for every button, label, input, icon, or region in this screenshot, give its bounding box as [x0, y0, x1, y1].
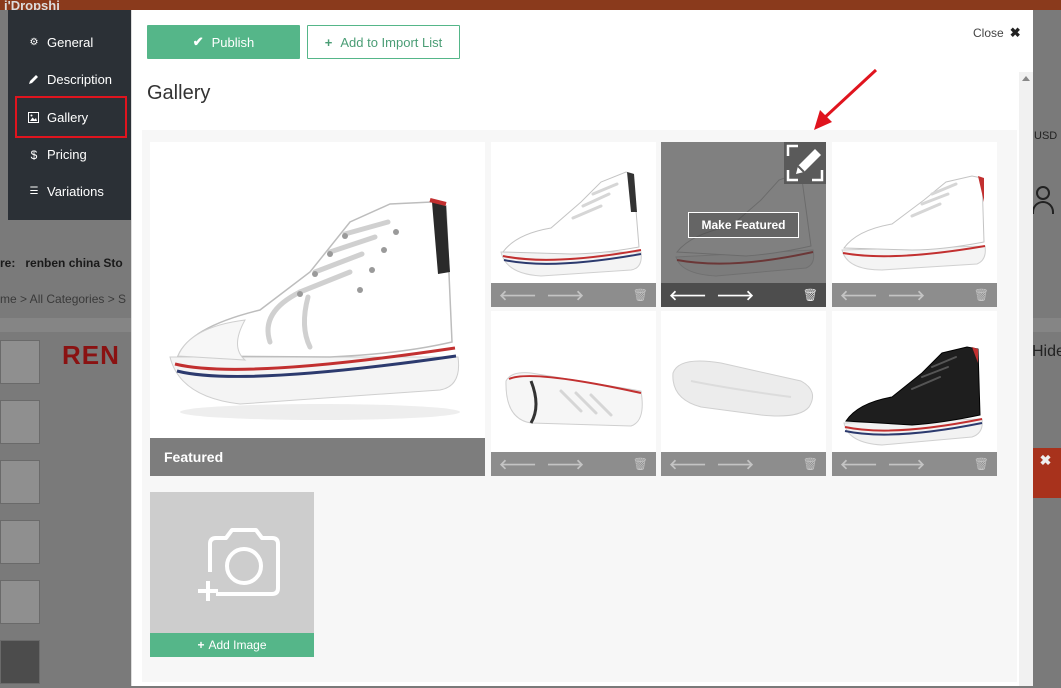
image-toolbar: 🡐 🡒 🗑: [491, 283, 656, 307]
gallery-image-tile[interactable]: 🡐 🡒 🗑: [832, 311, 997, 476]
background-thumbnail: [0, 580, 40, 624]
gallery-image-tile[interactable]: 🡐 🡒 🗑: [491, 311, 656, 476]
nav-item-label: General: [47, 35, 94, 50]
nav-item-general[interactable]: ⚙ General: [8, 24, 131, 61]
nav-item-label: Variations: [47, 184, 104, 199]
nav-item-gallery[interactable]: Gallery: [15, 96, 127, 138]
edit-pencil-icon: [786, 144, 824, 182]
background-thumbnail: [0, 640, 40, 684]
add-photo-camera-icon: [198, 528, 280, 601]
arrow-left-icon[interactable]: 🡐: [499, 456, 537, 473]
trash-icon[interactable]: 🗑: [633, 457, 648, 471]
image-toolbar: 🡐 🡒 🗑: [832, 283, 997, 307]
background-thumbnail: [0, 520, 40, 564]
add-image-label: Add Image: [208, 638, 267, 652]
background-store-line: re: renben china Sto: [0, 256, 123, 270]
shoe-image: [832, 142, 997, 283]
nav-item-description[interactable]: Description: [8, 61, 131, 98]
featured-caption: Featured: [150, 438, 485, 476]
black-shoe-image: [832, 311, 997, 452]
gallery-image-tile[interactable]: 🡐 🡒 🗑: [491, 142, 656, 307]
background-store-label: re:: [0, 256, 16, 270]
trash-icon[interactable]: 🗑: [974, 457, 989, 471]
background-thumbnail-column: [0, 340, 42, 688]
publish-button-label: Publish: [211, 34, 255, 50]
pencil-icon: [28, 74, 40, 85]
featured-shoe-image: [150, 142, 485, 438]
image-toolbar: 🡐 🡒 🗑: [491, 452, 656, 476]
background-user-icon: [1030, 186, 1056, 216]
background-thumbnail: [0, 400, 40, 444]
editor-side-nav: ⚙ General Description Gallery $ Pricing …: [8, 10, 131, 220]
background-store-name: renben china Sto: [25, 256, 123, 270]
arrow-left-icon[interactable]: 🡐: [840, 287, 878, 304]
background-brand-text: REN: [62, 340, 120, 370]
nav-item-label: Gallery: [47, 109, 89, 125]
arrow-left-icon[interactable]: 🡐: [669, 456, 707, 473]
import-button-label: Add to Import List: [340, 34, 443, 50]
background-top-bar: [0, 0, 1061, 10]
arrow-right-icon[interactable]: 🡒: [547, 456, 585, 473]
nav-item-pricing[interactable]: $ Pricing: [8, 136, 131, 173]
background-currency: USD: [1034, 130, 1058, 142]
shoe-image: [491, 311, 656, 452]
nav-item-label: Description: [47, 72, 113, 87]
add-image-tile[interactable]: + Add Image: [150, 492, 314, 657]
arrow-right-icon[interactable]: 🡒: [888, 287, 926, 304]
nav-item-variations[interactable]: ☰ Variations: [8, 173, 131, 210]
featured-image-tile[interactable]: Featured: [150, 142, 485, 476]
background-breadcrumb: me > All Categories > S: [0, 292, 127, 306]
make-featured-button[interactable]: Make Featured: [688, 212, 799, 238]
nav-item-label: Pricing: [47, 147, 87, 162]
gallery-image-tile[interactable]: 🡐 🡒 🗑: [832, 142, 997, 307]
check-icon: ✔: [192, 34, 204, 49]
arrow-left-icon[interactable]: 🡐: [669, 287, 707, 304]
arrow-right-icon[interactable]: 🡒: [717, 456, 755, 473]
annotation-arrow: [814, 68, 878, 130]
gallery-modal: ✔ Publish + Add to Import List Close ✖ G…: [131, 10, 1033, 686]
shoe-image: [491, 142, 656, 283]
gallery-image-tile[interactable]: 🡐 🡒 🗑: [661, 311, 826, 476]
arrow-left-icon[interactable]: 🡐: [499, 287, 537, 304]
arrow-left-icon[interactable]: 🡐: [840, 456, 878, 473]
background-close-box: ✖: [1030, 448, 1061, 498]
list-icon: ☰: [29, 186, 39, 197]
trash-icon[interactable]: 🗑: [803, 457, 818, 471]
modal-scrollbar[interactable]: [1019, 72, 1033, 686]
gallery-grid: Featured 🡐 🡒 🗑 Make Featured 🡐 🡒 🗑 🡐 🡒 🗑…: [142, 130, 1017, 682]
image-toolbar: 🡐 🡒 🗑: [661, 452, 826, 476]
background-thumbnail: [0, 340, 40, 384]
add-image-button[interactable]: + Add Image: [150, 633, 314, 657]
page-title: Gallery: [147, 82, 211, 104]
publish-button[interactable]: ✔ Publish: [147, 25, 300, 59]
trash-icon[interactable]: 🗑: [803, 288, 818, 302]
image-toolbar: 🡐 🡒 🗑: [832, 452, 997, 476]
edit-image-button[interactable]: [784, 142, 826, 184]
close-button[interactable]: Close ✖: [973, 25, 1021, 41]
plus-icon: +: [324, 34, 333, 50]
close-icon: ✖: [1009, 25, 1021, 40]
arrow-right-icon[interactable]: 🡒: [547, 287, 585, 304]
arrow-right-icon[interactable]: 🡒: [717, 287, 755, 304]
background-hide-text: Hide: [1032, 343, 1061, 360]
arrow-right-icon[interactable]: 🡒: [888, 456, 926, 473]
gear-icon: ⚙: [29, 37, 39, 48]
image-toolbar: 🡐 🡒 🗑: [661, 283, 826, 307]
close-label: Close: [973, 26, 1004, 40]
scroll-up-icon[interactable]: [1022, 76, 1030, 81]
image-icon: [28, 111, 40, 123]
trash-icon[interactable]: 🗑: [974, 288, 989, 302]
background-thumbnail: [0, 460, 40, 504]
add-to-import-list-button[interactable]: + Add to Import List: [307, 25, 460, 59]
shoe-sole-image: [661, 311, 826, 452]
dollar-icon: $: [30, 147, 38, 162]
plus-icon: +: [197, 638, 205, 652]
trash-icon[interactable]: 🗑: [633, 288, 648, 302]
gallery-image-tile-hovered[interactable]: Make Featured 🡐 🡒 🗑: [661, 142, 826, 307]
